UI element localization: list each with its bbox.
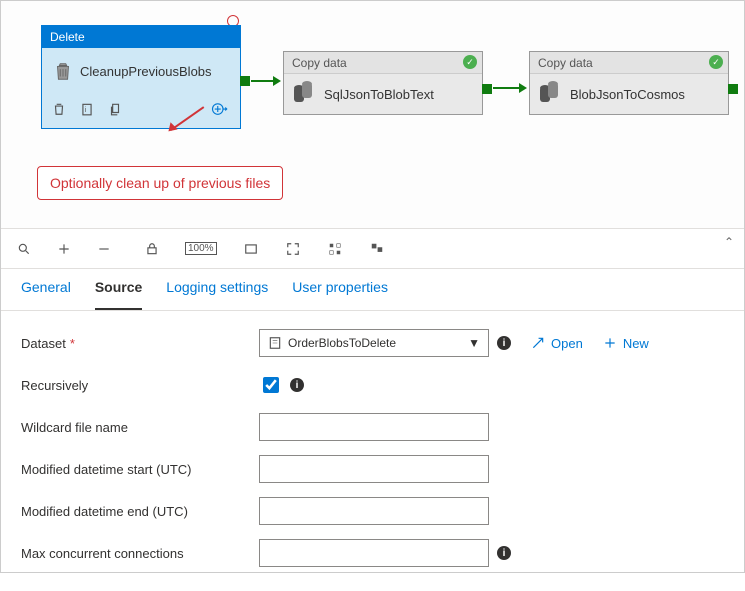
info-icon[interactable]: i: [497, 336, 511, 350]
mod-start-label: Modified datetime start (UTC): [21, 462, 259, 477]
activity-body: BlobJsonToCosmos: [530, 74, 728, 114]
dataset-icon: [268, 336, 282, 350]
new-dataset-button[interactable]: New: [603, 336, 649, 351]
copy-action-icon[interactable]: [108, 101, 122, 117]
dataset-value: OrderBlobsToDelete: [288, 336, 396, 350]
open-dataset-button[interactable]: Open: [531, 336, 583, 351]
chevron-down-icon: ▼: [468, 336, 480, 350]
activity-toolbar: i: [42, 94, 240, 128]
trash-icon: [52, 59, 72, 83]
copy-data-icon: [294, 84, 316, 104]
row-mod-start: Modified datetime start (UTC): [21, 455, 724, 483]
zoom-out-icon[interactable]: [97, 242, 111, 256]
output-port[interactable]: [728, 84, 738, 94]
connector-arrow: [251, 80, 275, 82]
mod-end-input[interactable]: [259, 497, 489, 525]
activity-type-label: Copy data: [530, 52, 728, 74]
collapse-panel-icon[interactable]: ⌃: [724, 235, 734, 249]
max-conn-input[interactable]: [259, 539, 489, 567]
activity-name: CleanupPreviousBlobs: [80, 64, 212, 79]
tab-user-properties[interactable]: User properties: [292, 279, 388, 310]
recursively-checkbox[interactable]: [263, 377, 279, 393]
dataset-select[interactable]: OrderBlobsToDelete ▼: [259, 329, 489, 357]
zoom-100-icon[interactable]: 100%: [185, 242, 217, 255]
search-icon[interactable]: [17, 242, 31, 256]
activity-name: SqlJsonToBlobText: [324, 87, 434, 102]
row-recursively: Recursively i: [21, 371, 724, 399]
annotation-callout: Optionally clean up of previous files: [37, 166, 283, 200]
activity-body: CleanupPreviousBlobs: [42, 48, 240, 94]
row-wildcard: Wildcard file name: [21, 413, 724, 441]
fullscreen-icon[interactable]: [285, 242, 301, 256]
info-action-icon[interactable]: i: [80, 101, 94, 117]
mod-start-input[interactable]: [259, 455, 489, 483]
tab-logging[interactable]: Logging settings: [166, 279, 268, 310]
output-port[interactable]: [240, 76, 250, 86]
activity-name: BlobJsonToCosmos: [570, 87, 685, 102]
info-icon[interactable]: i: [497, 546, 511, 560]
zoom-in-icon[interactable]: [57, 242, 71, 256]
fit-screen-icon[interactable]: [243, 242, 259, 256]
align-icon[interactable]: [327, 242, 343, 256]
recursively-label: Recursively: [21, 378, 259, 393]
row-mod-end: Modified datetime end (UTC): [21, 497, 724, 525]
activity-type-label: Delete: [42, 26, 240, 48]
success-status-icon: [463, 55, 477, 69]
dataset-label: Dataset*: [21, 336, 259, 351]
delete-action-icon[interactable]: [52, 101, 66, 117]
row-max-conn: Max concurrent connections i: [21, 539, 724, 567]
arrow-head-icon: [273, 76, 281, 86]
success-status-icon: [709, 55, 723, 69]
tab-source[interactable]: Source: [95, 279, 142, 310]
activity-type-label: Copy data: [284, 52, 482, 74]
properties-tabs: General Source Logging settings User pro…: [1, 269, 744, 311]
row-dataset: Dataset* OrderBlobsToDelete ▼ i Open New: [21, 329, 724, 357]
lock-icon[interactable]: [145, 241, 159, 257]
max-conn-label: Max concurrent connections: [21, 546, 259, 561]
wildcard-input[interactable]: [259, 413, 489, 441]
info-icon[interactable]: i: [290, 378, 304, 392]
canvas-toolbar: 100%: [1, 229, 744, 269]
activity-copy-1[interactable]: Copy data SqlJsonToBlobText: [283, 51, 483, 115]
app-frame: Delete CleanupPreviousBlobs i Copy data: [0, 0, 745, 573]
connector-arrow: [493, 87, 521, 89]
activity-copy-2[interactable]: Copy data BlobJsonToCosmos: [529, 51, 729, 115]
pipeline-canvas[interactable]: Delete CleanupPreviousBlobs i Copy data: [1, 1, 744, 229]
svg-text:i: i: [85, 107, 87, 114]
output-port[interactable]: [482, 84, 492, 94]
arrow-head-icon: [519, 83, 527, 93]
layout-icon[interactable]: [369, 242, 385, 256]
wildcard-label: Wildcard file name: [21, 420, 259, 435]
copy-data-icon: [540, 84, 562, 104]
source-form: Dataset* OrderBlobsToDelete ▼ i Open New…: [1, 311, 744, 591]
add-output-icon[interactable]: [210, 100, 230, 118]
tab-general[interactable]: General: [21, 279, 71, 310]
activity-body: SqlJsonToBlobText: [284, 74, 482, 114]
activity-delete[interactable]: Delete CleanupPreviousBlobs i: [41, 25, 241, 129]
mod-end-label: Modified datetime end (UTC): [21, 504, 259, 519]
